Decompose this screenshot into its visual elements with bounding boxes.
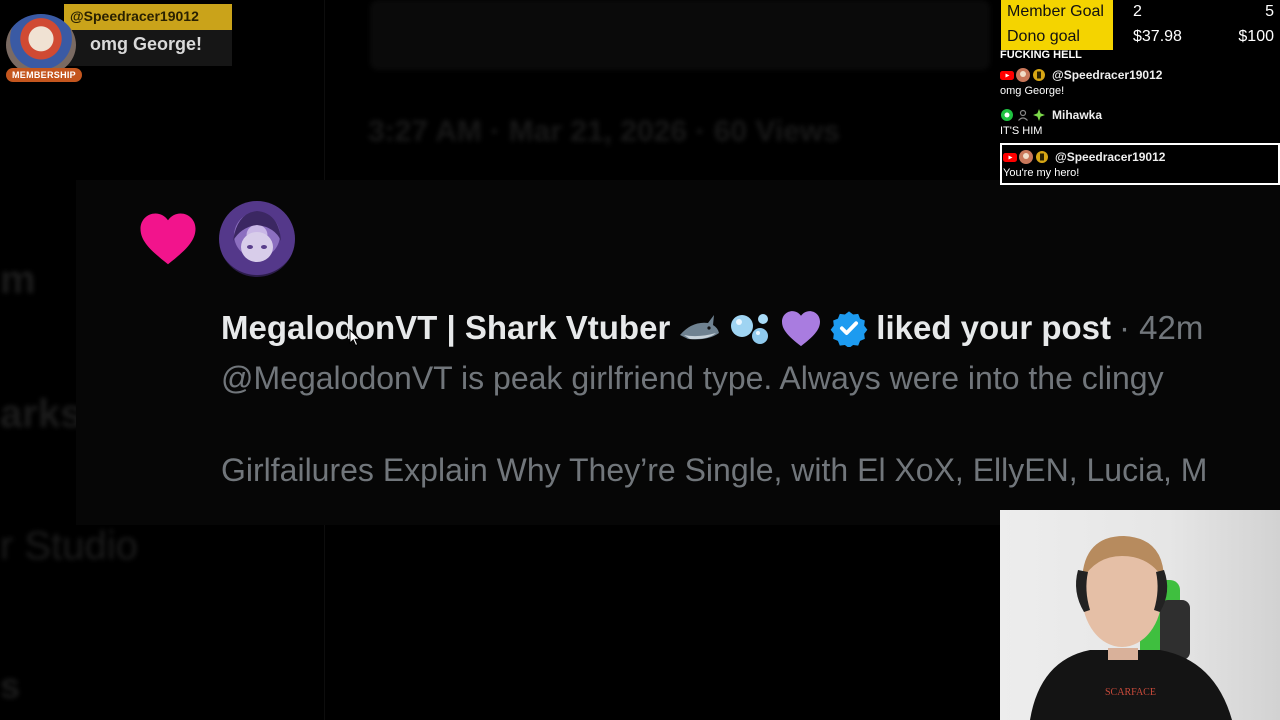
liked-post-link-title[interactable]: Girlfailures Explain Why They’re Single,… [221,452,1207,489]
purple-heart-emoji [780,309,822,347]
chat-message: Mihawka IT'S HIM [1000,103,1280,143]
background-meta-text: 3:27 AM · Mar 21, 2026 · 60 Views [368,115,840,148]
background-fragment-studio: r Studio [0,524,138,568]
dono-goal-current: $37.98 [1113,25,1239,50]
webcam-feed: SCARFACE [1000,510,1280,720]
chat-username: @Speedracer19012 [1052,68,1163,82]
dono-goal-target: $100 [1238,25,1280,50]
background-fragment-marks: arks [0,392,83,436]
member-goal-label: Member Goal [1001,0,1113,25]
membership-badge: MEMBERSHIP [6,68,82,82]
member-goal-row: Member Goal 2 5 [1001,0,1280,25]
dono-goal-label: Dono goal [1001,25,1113,50]
bubbles-emoji [728,310,772,346]
platform-green-icon [1001,109,1013,121]
member-goal-current: 2 [1113,0,1266,25]
chat-message: @Speedracer19012 omg George! [1000,63,1280,103]
notification-line: MegalodonVT | Shark Vtuber liked your po… [221,306,1203,350]
user-avatar-icon [1019,150,1033,164]
member-badge-icon [1033,69,1045,81]
member-goal-target: 5 [1265,0,1280,25]
person-icon [1018,109,1028,121]
user-avatar-icon [1016,68,1030,82]
chat-partial-message: FUCKING HELL [1000,49,1082,61]
dono-goal-row: Dono goal $37.98 $100 [1001,25,1280,50]
mouse-cursor-icon [349,329,361,347]
chat-text: IT'S HIM [1000,125,1043,137]
liked-post-text[interactable]: @MegalodonVT is peak girlfriend type. Al… [221,360,1164,397]
notification-time: · 42m [1119,309,1204,346]
verified-badge-icon [830,309,868,347]
shirt-graphic: SCARFACE [1105,687,1156,698]
shark-emoji [678,311,720,345]
chat-text: omg George! [1000,85,1065,97]
sparkle-badge-icon [1033,109,1045,121]
chat-text: You're my hero! [1003,167,1080,179]
youtube-icon [1003,153,1017,162]
member-badge-icon [1036,151,1048,163]
streamer-image: SCARFACE [1030,536,1232,720]
background-title-block [370,0,990,70]
alert-message: omg George! [90,34,203,54]
notification-action: liked your post [876,309,1112,346]
liker-name[interactable]: MegalodonVT | Shark Vtuber [221,309,670,347]
chat-username: Mihawka [1052,108,1103,122]
chat-overlay: FUCKING HELL @Speedracer19012 omg George… [1000,49,1280,185]
background-fragment-s: s [0,665,21,706]
chat-message-highlighted: @Speedracer19012 You're my hero! [1000,143,1280,185]
avatar[interactable] [219,201,295,277]
chat-username: @Speedracer19012 [1055,150,1166,164]
stream-goals: Member Goal 2 5 Dono goal $37.98 $100 [1001,0,1280,50]
alert-username: @Speedracer19012 [64,4,232,30]
alert-avatar [6,14,76,76]
background-fragment-m: m [0,258,36,302]
youtube-icon [1000,71,1014,80]
heart-icon [140,213,196,265]
